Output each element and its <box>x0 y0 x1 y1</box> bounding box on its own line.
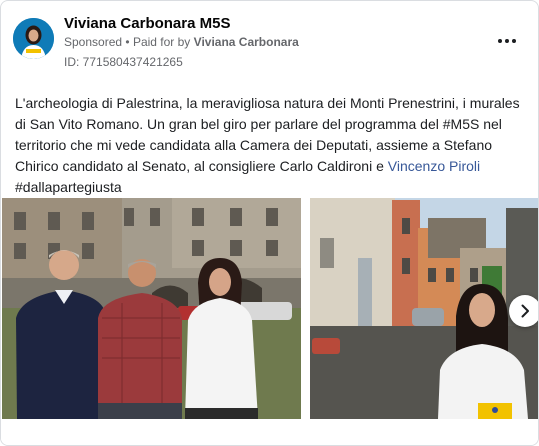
carousel-next-button[interactable] <box>509 295 538 327</box>
more-options-button[interactable] <box>495 31 519 51</box>
chevron-right-icon <box>521 304 529 318</box>
carousel-image-1[interactable] <box>2 198 301 419</box>
post-text: L'archeologia di Palestrina, la meravigl… <box>15 93 530 198</box>
mention-link[interactable]: Vincenzo Piroli <box>388 158 480 174</box>
more-horizontal-icon <box>498 39 502 43</box>
paid-for-name[interactable]: Viviana Carbonara <box>194 35 299 49</box>
avatar-image <box>13 18 54 59</box>
page-name[interactable]: Viviana Carbonara M5S <box>64 15 230 32</box>
carousel-footer <box>1 419 538 445</box>
sponsored-line: Sponsored • Paid for by Viviana Carbonar… <box>64 35 299 49</box>
hashtag[interactable]: #dallapartegiusta <box>15 179 122 195</box>
carousel-image-2[interactable] <box>310 198 538 419</box>
paid-for-label: Paid for by <box>132 35 191 49</box>
sponsored-label: Sponsored <box>64 35 123 49</box>
ad-id: ID: 771580437421265 <box>64 55 183 69</box>
avatar[interactable] <box>13 18 54 59</box>
separator-dot: • <box>125 35 130 49</box>
ad-card: Viviana Carbonara M5S Sponsored • Paid f… <box>0 0 539 446</box>
